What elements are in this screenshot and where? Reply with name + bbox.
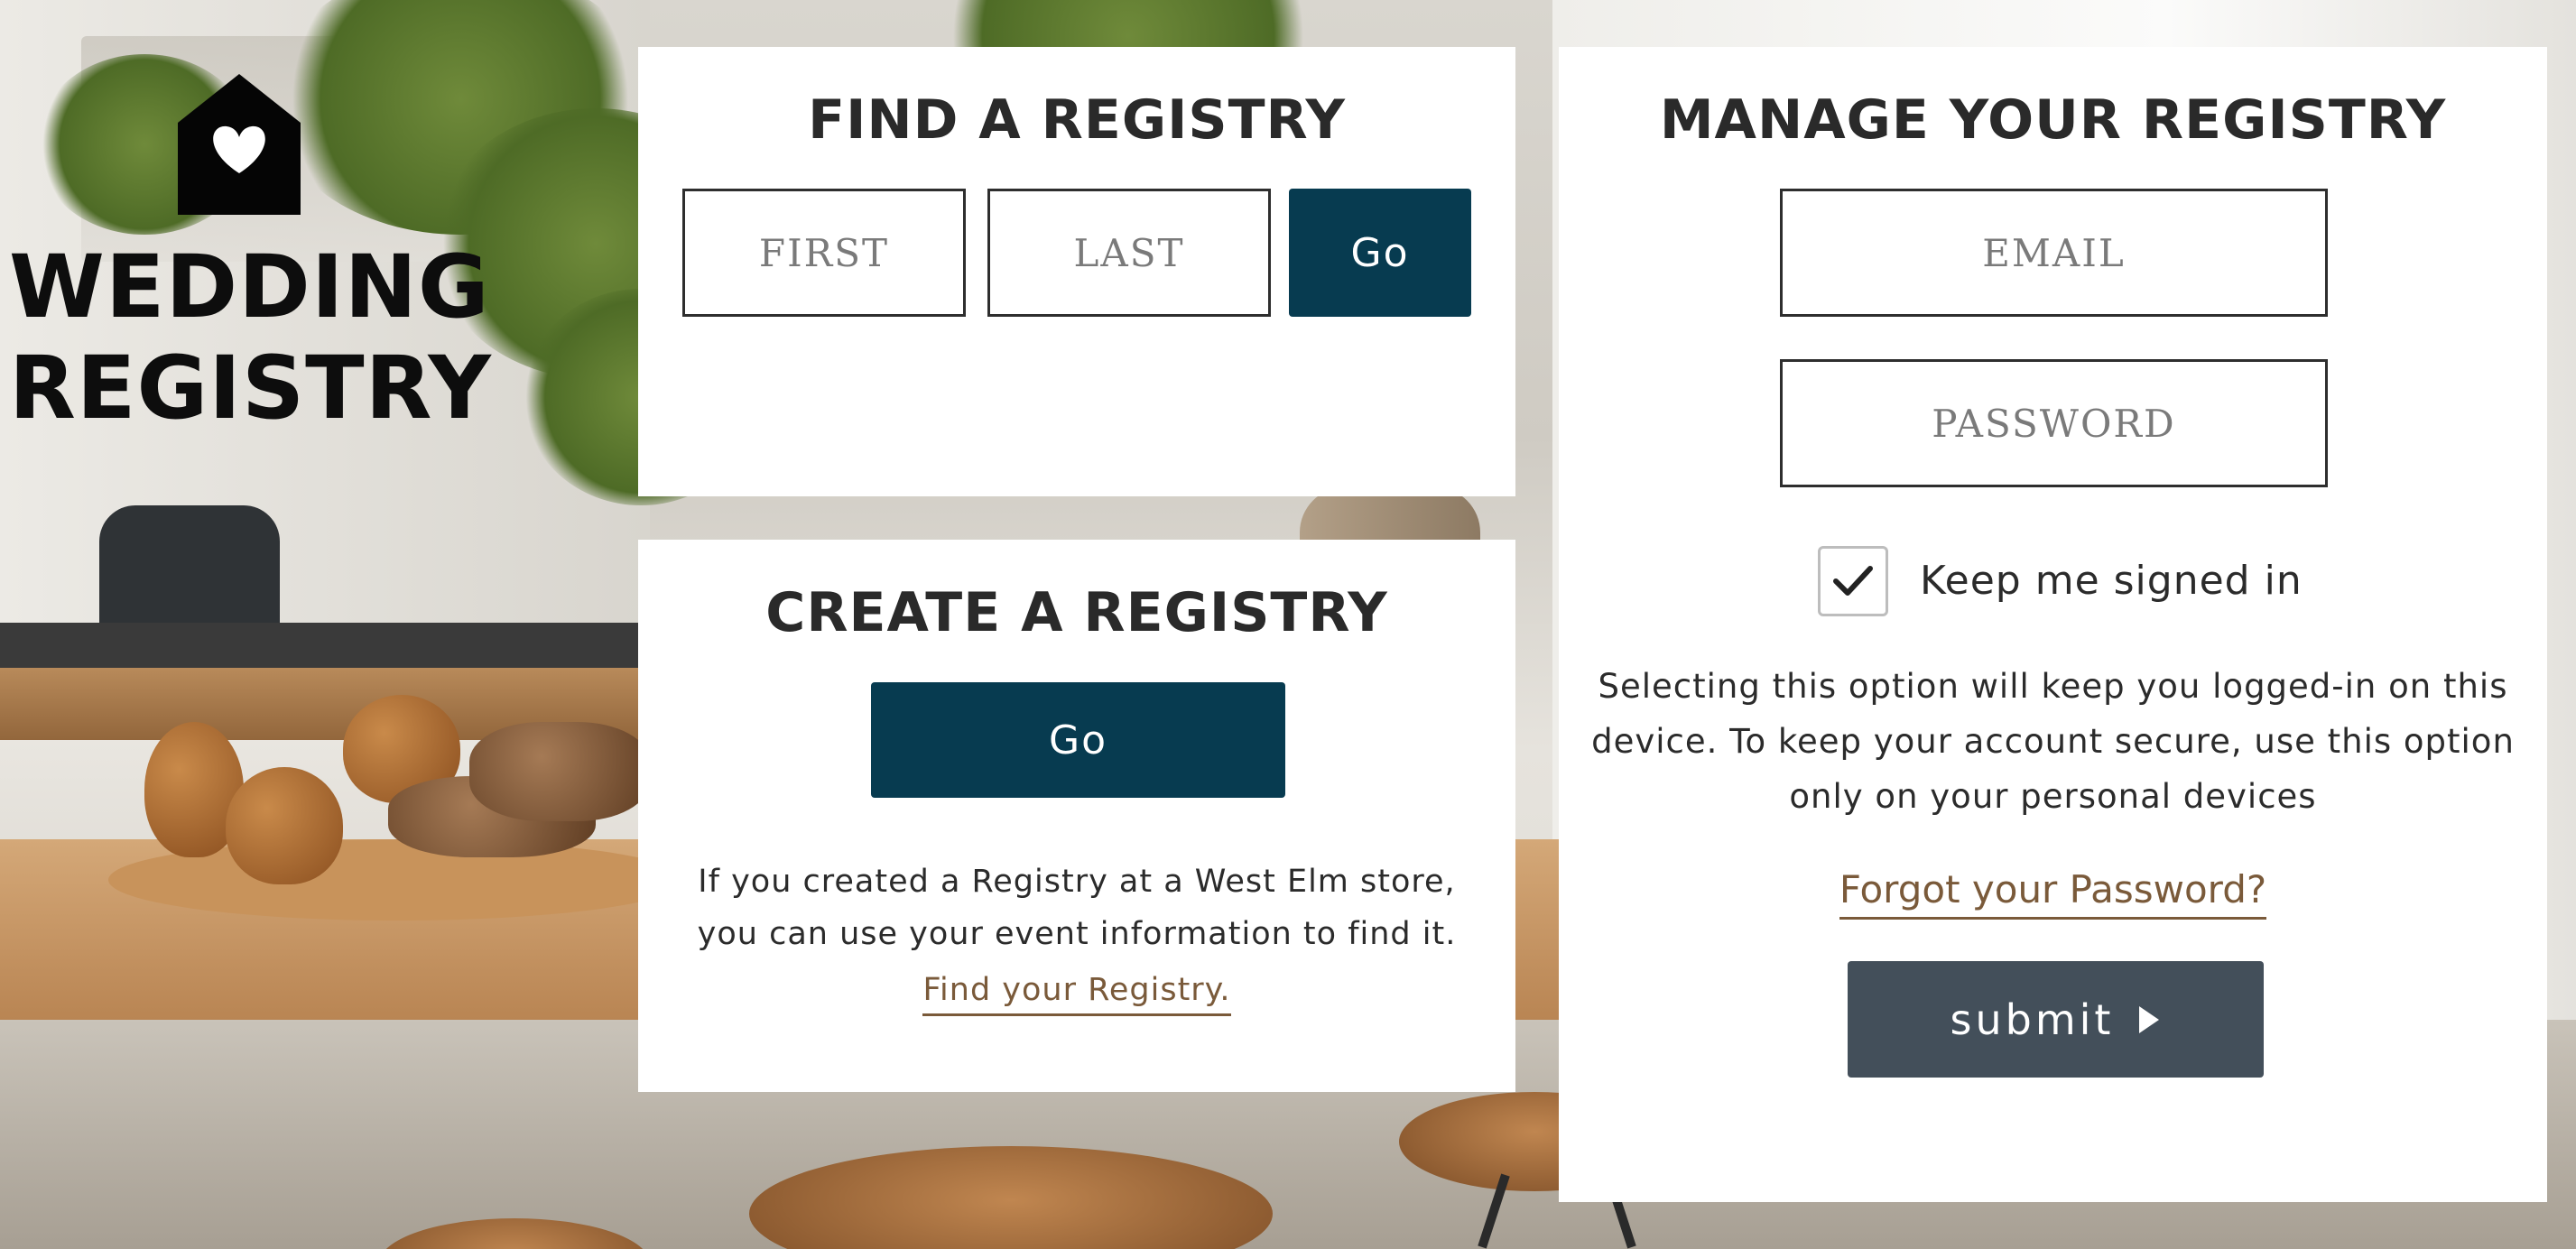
find-go-button[interactable]: Go: [1289, 189, 1471, 317]
create-go-button[interactable]: Go: [871, 682, 1285, 798]
keep-signed-in-info: Selecting this option will keep you logg…: [1559, 659, 2547, 824]
last-name-input[interactable]: [987, 189, 1271, 317]
keep-signed-in-info-line3: only on your personal devices: [1789, 777, 2317, 816]
create-title-rest: A REGISTRY: [1001, 581, 1388, 644]
create-registry-panel: CREATE A REGISTRY Go If you created a Re…: [638, 540, 1515, 1092]
keep-signed-in-info-line1: Selecting this option will keep you logg…: [1598, 667, 2508, 706]
create-registry-title: CREATE A REGISTRY: [638, 581, 1515, 644]
forgot-password-row: Forgot your Password?: [1559, 861, 2547, 920]
manage-title-bold: MANAGE: [1659, 88, 1930, 152]
submit-button[interactable]: submit: [1848, 961, 2264, 1078]
find-title-rest: A REGISTRY: [959, 88, 1346, 152]
house-heart-icon: [178, 74, 301, 215]
create-info-line2: you can use your event information to fi…: [697, 916, 1457, 952]
caret-right-icon: [2139, 1005, 2160, 1033]
keep-signed-in-checkbox[interactable]: [1818, 546, 1888, 616]
find-your-registry-link[interactable]: Find your Registry.: [922, 972, 1231, 1016]
manage-registry-title: MANAGE YOUR REGISTRY: [1559, 88, 2547, 152]
find-title-bold: FIND: [808, 88, 959, 152]
find-registry-panel: FIND A REGISTRY Go: [638, 47, 1515, 496]
manage-title-rest: YOUR REGISTRY: [1929, 88, 2447, 152]
forgot-password-link[interactable]: Forgot your Password?: [1839, 867, 2267, 920]
brand-block: WEDDING REGISTRY: [9, 72, 492, 439]
keep-signed-in-info-line2: device. To keep your account secure, use…: [1591, 722, 2515, 761]
submit-label: submit: [1950, 995, 2115, 1044]
brand-title: WEDDING REGISTRY: [9, 236, 492, 439]
password-field[interactable]: [1780, 359, 2328, 487]
create-info-text: If you created a Registry at a West Elm …: [638, 856, 1515, 1016]
email-field[interactable]: [1780, 189, 2328, 317]
checkmark-icon: [1833, 566, 1873, 596]
manage-registry-panel: MANAGE YOUR REGISTRY Keep me signed in S…: [1559, 47, 2547, 1202]
first-name-input[interactable]: [682, 189, 966, 317]
create-info-line1: If you created a Registry at a West Elm …: [698, 864, 1456, 900]
brand-title-line1: WEDDING: [9, 236, 490, 338]
brand-title-line2: REGISTRY: [9, 338, 492, 439]
keep-signed-in-label: Keep me signed in: [1920, 558, 2303, 604]
create-title-bold: CREATE: [765, 581, 1002, 644]
find-registry-title: FIND A REGISTRY: [638, 88, 1515, 152]
